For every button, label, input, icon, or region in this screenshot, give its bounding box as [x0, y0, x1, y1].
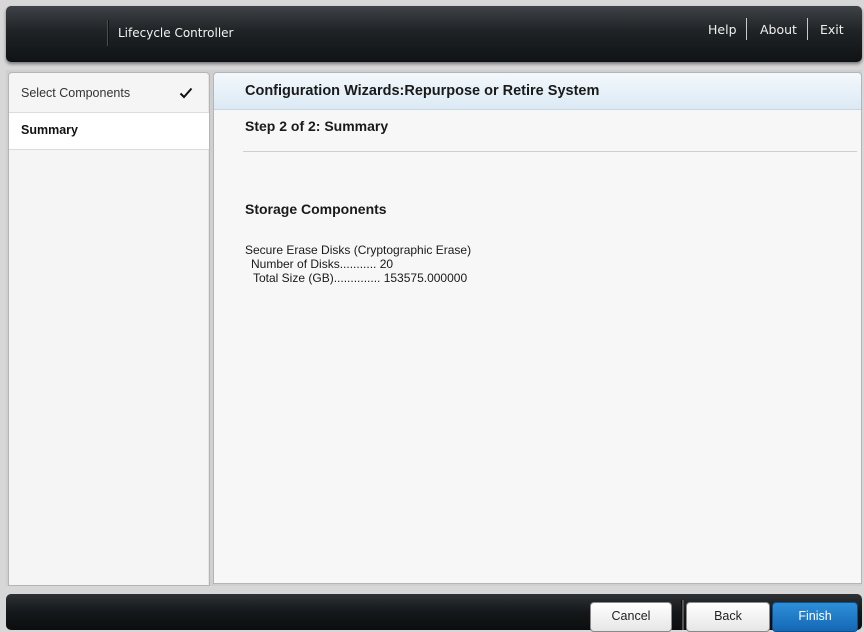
total-size-line: Total Size (GB).............. 153575.000…	[253, 271, 468, 285]
page-title: Configuration Wizards:Repurpose or Retir…	[214, 73, 861, 110]
number-of-disks-line: Number of Disks........... 20	[251, 257, 394, 271]
sidebar-item-label: Select Components	[21, 86, 131, 100]
back-button[interactable]: Back	[686, 602, 770, 632]
top-header-bar: Lifecycle Controller Help About Exit	[6, 6, 862, 62]
about-link[interactable]: About	[760, 22, 797, 37]
secure-erase-title: Secure Erase Disks (Cryptographic Erase)	[245, 243, 472, 257]
step-heading: Step 2 of 2: Summary	[245, 118, 389, 134]
footer-separator	[681, 600, 684, 630]
header-nav-separator	[746, 18, 747, 40]
app-title: Lifecycle Controller	[118, 26, 234, 40]
section-divider	[243, 151, 857, 152]
sidebar-item-label: Summary	[21, 123, 78, 137]
wizard-content-panel: Configuration Wizards:Repurpose or Retir…	[213, 72, 862, 584]
header-divider	[107, 20, 109, 46]
finish-button[interactable]: Finish	[772, 602, 858, 632]
storage-details: Secure Erase Disks (Cryptographic Erase)…	[245, 243, 471, 285]
help-link[interactable]: Help	[708, 22, 737, 37]
exit-link[interactable]: Exit	[820, 22, 844, 37]
main-area: Select Components Summary Configuration …	[6, 70, 862, 586]
wizard-steps-sidebar: Select Components Summary	[8, 72, 210, 586]
checkmark-icon	[179, 87, 193, 99]
storage-components-heading: Storage Components	[245, 201, 387, 217]
header-nav-separator	[807, 18, 808, 40]
bottom-footer-bar: Cancel Back Finish	[6, 594, 862, 632]
cancel-button[interactable]: Cancel	[590, 602, 672, 632]
sidebar-item-select-components[interactable]: Select Components	[9, 73, 209, 113]
sidebar-item-summary[interactable]: Summary	[9, 113, 209, 150]
